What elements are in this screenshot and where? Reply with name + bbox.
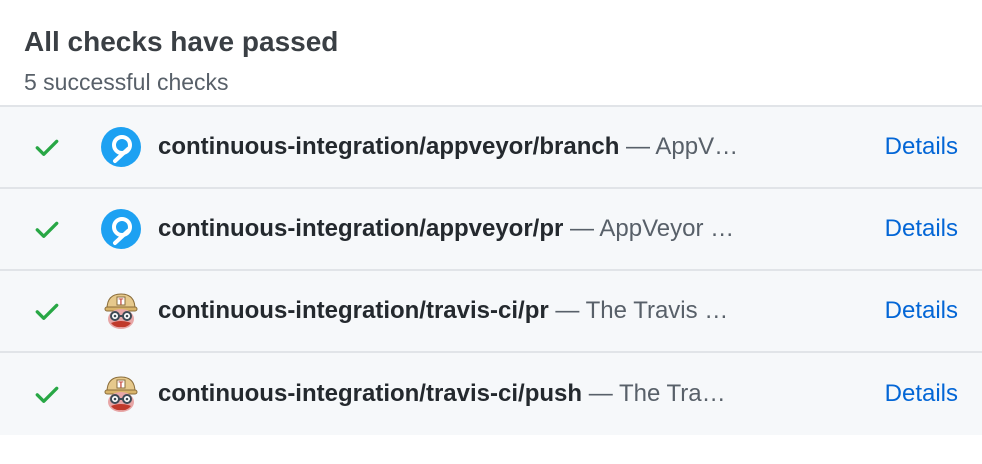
checks-panel: All checks have passed 5 successful chec… xyxy=(0,0,982,464)
checks-title: All checks have passed xyxy=(24,26,339,57)
details-link[interactable]: Details xyxy=(885,379,958,409)
check-icon xyxy=(35,303,59,320)
svg-text:T: T xyxy=(119,381,124,390)
details-link[interactable]: Details xyxy=(885,296,958,326)
check-icon xyxy=(35,139,59,156)
checks-list: continuous-integration/appveyor/branch —… xyxy=(0,105,982,435)
check-row: continuous-integration/appveyor/branch —… xyxy=(0,107,982,189)
check-text: continuous-integration/appveyor/pr — App… xyxy=(158,214,800,244)
appveyor-icon xyxy=(101,209,141,249)
check-text: continuous-integration/travis-ci/pr — Th… xyxy=(158,296,792,326)
check-text: continuous-integration/travis-ci/push — … xyxy=(158,379,788,409)
check-name: continuous-integration/travis-ci/pr xyxy=(158,297,549,324)
check-description: — AppV… xyxy=(626,133,739,160)
check-icon xyxy=(35,386,59,403)
checks-header: All checks have passed 5 successful chec… xyxy=(0,0,982,105)
details-link[interactable]: Details xyxy=(885,132,958,162)
check-row: T continuous-integration/travis-ci/pr — … xyxy=(0,271,982,353)
travis-ci-icon: T xyxy=(104,293,138,329)
check-description: — The Travis … xyxy=(555,297,729,324)
travis-ci-icon: T xyxy=(104,376,138,412)
check-row: continuous-integration/appveyor/pr — App… xyxy=(0,189,982,271)
check-name: continuous-integration/appveyor/pr xyxy=(158,215,564,242)
check-name: continuous-integration/travis-ci/push xyxy=(158,380,583,407)
check-row: T continuous-integration/travis-ci/push … xyxy=(0,353,982,435)
check-name: continuous-integration/appveyor/branch xyxy=(158,133,620,160)
checks-subtitle: 5 successful checks xyxy=(24,69,229,95)
details-link[interactable]: Details xyxy=(885,214,958,244)
check-text: continuous-integration/appveyor/branch —… xyxy=(158,132,800,162)
appveyor-icon xyxy=(101,127,141,167)
svg-text:T: T xyxy=(119,298,124,307)
check-description: — AppVeyor … xyxy=(570,215,735,242)
check-description: — The Tra… xyxy=(588,380,726,407)
check-icon xyxy=(35,221,59,238)
